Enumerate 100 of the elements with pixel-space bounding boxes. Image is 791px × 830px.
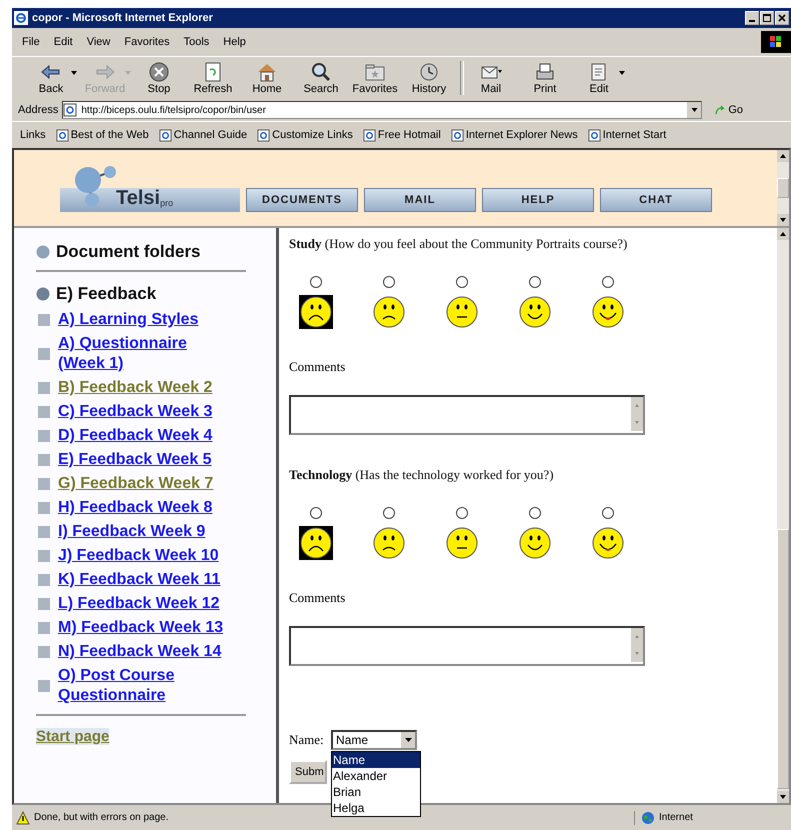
radio-button[interactable] — [456, 507, 468, 519]
menu-item[interactable]: Help — [223, 36, 246, 48]
dropdown-option[interactable]: Name — [332, 752, 420, 768]
start-page-link[interactable]: Start page — [36, 728, 110, 745]
sidebar-link[interactable]: O) Post Course Questionnaire — [58, 666, 234, 706]
favorite-link[interactable]: Customize Links — [257, 128, 353, 142]
toolbar-button[interactable]: Stop — [136, 61, 186, 95]
sidebar-link[interactable]: L) Feedback Week 12 — [58, 594, 234, 614]
smiley-face-icon[interactable] — [591, 295, 625, 329]
smiley-face-icon[interactable] — [299, 526, 333, 560]
sidebar-title: Document folders — [56, 242, 201, 262]
toolbar-button[interactable]: Favorites — [352, 61, 402, 95]
toolbar-button[interactable]: Mail — [468, 61, 518, 95]
page-icon[interactable] — [56, 128, 69, 142]
bullet-icon — [36, 287, 50, 301]
nav-button[interactable]: HELP — [482, 188, 594, 212]
dropdown-option[interactable]: Alexander — [332, 768, 420, 784]
smiley-face-icon[interactable] — [518, 295, 552, 329]
square-bullet-icon — [38, 348, 50, 360]
question-text: Study (How do you feel about the Community Portraits course?) — [289, 236, 628, 252]
radio-button[interactable] — [529, 276, 541, 288]
favorite-link[interactable]: Best of the Web — [56, 128, 149, 142]
sidebar-link[interactable]: G) Feedback Week 7 — [58, 474, 234, 494]
page-icon[interactable] — [450, 128, 464, 142]
nav-button[interactable]: DOCUMENTS — [246, 188, 358, 212]
radio-button[interactable] — [310, 507, 322, 519]
scroll-thumb[interactable] — [777, 529, 789, 789]
sidebar-link[interactable]: E) Feedback Week 5 — [58, 450, 234, 470]
square-bullet-icon — [38, 430, 50, 442]
sidebar-link[interactable]: A) Learning Styles — [58, 310, 234, 330]
stop-icon[interactable] — [147, 61, 171, 83]
sidebar-link[interactable]: J) Feedback Week 10 — [58, 546, 234, 566]
page-icon[interactable] — [158, 128, 172, 142]
square-bullet-icon — [38, 574, 50, 586]
smiley-face-icon[interactable] — [299, 295, 333, 329]
toolbar-button[interactable]: Home — [244, 61, 294, 95]
toolbar-button[interactable]: Refresh — [190, 61, 240, 95]
menu-item[interactable]: File — [22, 36, 40, 48]
radio-button[interactable] — [602, 276, 614, 288]
smiley-face-icon[interactable] — [591, 526, 625, 560]
radio-button[interactable] — [383, 507, 395, 519]
scroll-bar[interactable] — [777, 150, 789, 226]
toolbar-button[interactable]: History — [406, 61, 456, 95]
radio-button[interactable] — [383, 276, 395, 288]
smiley-face-icon[interactable] — [372, 526, 406, 560]
sidebar-link[interactable]: N) Feedback Week 14 — [58, 642, 234, 662]
page-icon[interactable] — [362, 128, 376, 142]
name-dropdown[interactable]: Name — [331, 730, 417, 750]
nav-button[interactable]: MAIL — [364, 188, 476, 212]
scroll-down-icon[interactable] — [777, 214, 789, 226]
sidebar-link[interactable]: M) Feedback Week 13 — [58, 618, 234, 638]
submit-button[interactable]: Subm — [289, 760, 327, 784]
radio-button[interactable] — [529, 507, 541, 519]
address-field[interactable]: http://biceps.oulu.fi/telsipro/copor/bin/user — [62, 101, 702, 119]
page-icon[interactable] — [257, 128, 270, 142]
scroll-up-icon[interactable] — [777, 150, 789, 162]
sidebar-link[interactable]: A) Questionnaire (Week 1) — [58, 334, 234, 374]
sidebar-link[interactable]: K) Feedback Week 11 — [58, 570, 234, 590]
toolbar-button[interactable]: Back — [28, 61, 78, 95]
comments-label: Comments — [289, 590, 346, 606]
scroll-thumb[interactable] — [777, 178, 789, 198]
radio-button[interactable] — [310, 276, 322, 288]
nav-button[interactable]: CHAT — [600, 188, 712, 212]
smiley-face-icon[interactable] — [445, 295, 479, 329]
toolbar-button[interactable]: Print — [522, 61, 572, 95]
dropdown-option[interactable]: Helga — [332, 800, 420, 816]
scroll-bar[interactable] — [777, 228, 789, 803]
menu-item[interactable]: Favorites — [124, 36, 170, 48]
go-button[interactable]: Go — [714, 104, 744, 116]
scroll-down-icon[interactable] — [777, 791, 789, 803]
page-icon[interactable] — [588, 128, 601, 142]
toolbar-button[interactable]: Edit — [576, 61, 626, 95]
menu-item[interactable]: View — [86, 36, 110, 48]
dropdown-arrow-icon[interactable] — [404, 738, 412, 742]
radio-button[interactable] — [602, 507, 614, 519]
address-label: Address — [18, 104, 58, 116]
sidebar-link[interactable]: B) Feedback Week 2 — [58, 378, 234, 398]
warning-icon — [16, 810, 30, 824]
scroll-up-icon[interactable] — [777, 228, 789, 240]
window-title: copor - Microsoft Internet Explorer — [32, 12, 213, 24]
favorite-link[interactable]: Channel Guide — [158, 128, 248, 142]
sidebar-link[interactable]: H) Feedback Week 8 — [58, 498, 234, 518]
dropdown-arrow-icon[interactable] — [690, 108, 698, 112]
menu-item[interactable]: Tools — [184, 36, 210, 48]
dropdown-option[interactable]: Brian — [332, 784, 420, 800]
menu-item[interactable]: Edit — [54, 36, 73, 48]
smiley-face-icon[interactable] — [372, 295, 406, 329]
search-icon[interactable] — [309, 61, 333, 83]
sidebar-link[interactable]: I) Feedback Week 9 — [58, 522, 234, 542]
sidebar-link[interactable]: C) Feedback Week 3 — [58, 402, 234, 422]
favorite-link[interactable]: Internet Explorer News — [450, 128, 578, 142]
favorite-link[interactable]: Free Hotmail — [362, 128, 441, 142]
dropdown-arrow-icon[interactable] — [619, 71, 625, 75]
toolbar-button[interactable]: Search — [298, 61, 348, 95]
smiley-face-icon[interactable] — [518, 526, 552, 560]
smiley-face-icon[interactable] — [445, 526, 479, 560]
sidebar-link[interactable]: D) Feedback Week 4 — [58, 426, 234, 446]
favorite-link[interactable]: Internet Start — [588, 128, 666, 142]
radio-button[interactable] — [456, 276, 468, 288]
dropdown-arrow-icon[interactable] — [71, 71, 77, 75]
